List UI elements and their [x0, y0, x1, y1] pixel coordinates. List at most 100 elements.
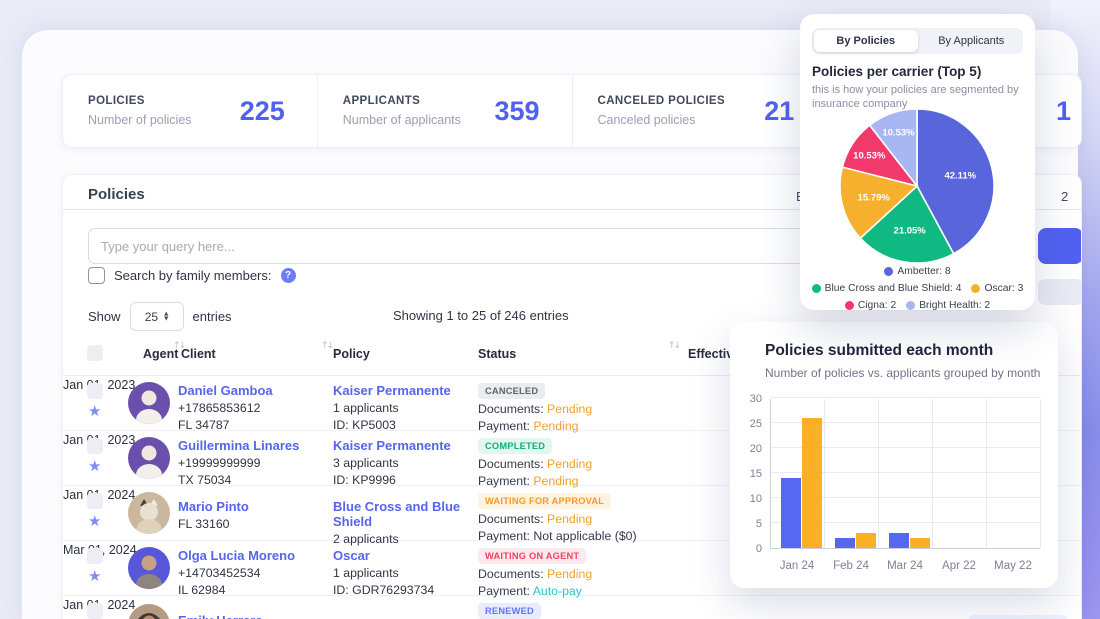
legend-item: Cigna: 2: [844, 300, 897, 311]
preview-button[interactable]: Preview ▾: [968, 615, 1068, 619]
policy-applicants: 3 applicants: [333, 456, 399, 470]
policy-carrier-link[interactable]: Kaiser Permanente: [333, 383, 473, 398]
y-axis-tick: 20: [749, 443, 762, 455]
pie-legend: Ambetter: 8 Blue Cross and Blue Shield: 4…: [808, 266, 1027, 311]
carrier-pie-chart: 42.11% 21.05% 15.79% 10.53% 10.53%: [839, 108, 995, 264]
bar-chart-axes: 0 5 10 15 20 25 30 Jan 24 Feb 24 Mar 24 Apr 22 May …: [730, 322, 1058, 588]
popup-tabs: By Policies By Applicants: [812, 28, 1023, 54]
status-badge: WAITING FOR APPROVAL: [478, 493, 612, 509]
x-axis-tick: Jan 24: [779, 560, 815, 572]
avatar: [128, 437, 170, 479]
sort-icon[interactable]: ↑↓: [668, 341, 681, 351]
pie-slice-label: 42.11%: [944, 171, 976, 182]
policy-carrier-link[interactable]: Blue Cross and Blue Shield: [333, 499, 473, 529]
help-icon[interactable]: ?: [280, 268, 296, 283]
secondary-button-partial[interactable]: [1038, 279, 1081, 305]
policy-carrier-link[interactable]: Oscar: [333, 548, 473, 563]
client-location: IL 62984: [178, 583, 226, 597]
table-row[interactable]: ★ Emily Herrera FL 33174 REFERRED Aetna …: [63, 596, 1081, 619]
client-phone: +14703452534: [178, 566, 261, 580]
row-checkbox[interactable]: [87, 603, 103, 619]
favorite-star-icon[interactable]: ★: [88, 402, 101, 420]
tab-by-applicants[interactable]: By Applicants: [920, 28, 1024, 54]
search-button[interactable]: [1038, 228, 1081, 264]
client-name-link[interactable]: Olga Lucia Moreno: [178, 548, 328, 563]
family-filter-row: Search by family members: ?: [88, 267, 296, 284]
x-axis-tick: May 22: [994, 560, 1032, 572]
x-axis-tick: Mar 24: [887, 560, 923, 572]
status-badge: COMPLETED: [478, 438, 553, 454]
client-name-link[interactable]: Emily Herrera: [178, 613, 328, 619]
client-name-link[interactable]: Guillermina Linares: [178, 438, 328, 453]
stat-policies: POLICIES Number of policies 225: [63, 75, 318, 147]
y-axis-tick: 0: [755, 543, 762, 555]
stat-sublabel: Canceled policies: [597, 113, 696, 127]
policy-carrier-link[interactable]: Kaiser Permanente: [333, 438, 473, 453]
client-name-link[interactable]: Mario Pinto: [178, 499, 328, 514]
legend-item: Bright Health: 2: [906, 300, 990, 311]
legend-label: Bright Health: 2: [919, 300, 991, 311]
status-badge: WAITING ON AGENT: [478, 548, 587, 564]
showing-entries-text: Showing 1 to 25 of 246 entries: [393, 308, 569, 323]
legend-dot-icon: [844, 301, 854, 310]
page-size-row: Show 25 ▲ ▼ entries: [88, 302, 232, 331]
stat-label: CANCELED POLICIES: [597, 95, 726, 107]
column-header-status[interactable]: Status: [478, 347, 516, 361]
legend-item: Ambetter: 8: [884, 266, 951, 277]
pie-slice-label: 15.79%: [858, 192, 891, 203]
legend-label: Ambetter: 8: [897, 266, 951, 277]
sort-icon[interactable]: ↑↓: [321, 341, 334, 351]
pie-slice-label: 10.53%: [882, 128, 915, 139]
stat-label: POLICIES: [88, 95, 145, 107]
legend-dot-icon: [811, 284, 821, 293]
select-all-checkbox[interactable]: [87, 345, 103, 361]
favorite-star-icon[interactable]: ★: [88, 567, 101, 585]
legend-dot-icon: [906, 301, 916, 310]
policy-applicants: 1 applicants: [333, 401, 399, 415]
stat-sublabel: Number of policies: [88, 113, 192, 127]
avatar-cat: [128, 492, 170, 534]
page-size-select[interactable]: 25 ▲ ▼: [129, 302, 184, 331]
legend-dot-icon: [971, 284, 981, 293]
y-axis-tick: 25: [749, 418, 762, 430]
row-checkbox[interactable]: [87, 438, 103, 454]
stat-canceled-policies: CANCELED POLICIES Canceled policies 21: [573, 75, 828, 147]
carrier-popup: By Policies By Applicants Policies per c…: [800, 14, 1035, 311]
policy-id: ID: KP5003: [333, 418, 396, 432]
documents-status: Pending: [547, 567, 593, 581]
stat-value-fragment: 1: [1055, 95, 1071, 126]
documents-status: Pending: [547, 512, 593, 526]
family-members-checkbox[interactable]: [88, 267, 105, 284]
family-members-label: Search by family members:: [114, 268, 272, 283]
client-location: FL 34787: [178, 418, 230, 432]
avatar: [128, 382, 170, 424]
client-phone: +17865853612: [178, 401, 261, 415]
x-axis-tick: Feb 24: [833, 560, 869, 572]
legend-label: Cigna: 2: [857, 300, 897, 311]
policy-id: ID: GDR76293734: [333, 583, 435, 597]
client-location: TX 75034: [178, 473, 232, 487]
documents-status: Pending: [547, 457, 593, 471]
pie-slice-label: 10.53%: [853, 150, 886, 161]
favorite-star-icon[interactable]: ★: [88, 457, 101, 475]
y-axis-tick: 10: [749, 493, 762, 505]
favorite-star-icon[interactable]: ★: [88, 512, 101, 530]
stat-applicants: APPLICANTS Number of applicants 359: [318, 75, 573, 147]
show-label: Show: [88, 309, 121, 324]
legend-label: Blue Cross and Blue Shield: 4: [824, 283, 962, 294]
column-header-client[interactable]: Client: [181, 347, 216, 361]
tab-by-policies[interactable]: By Policies: [814, 30, 918, 52]
client-name-link[interactable]: Daniel Gamboa: [178, 383, 328, 398]
row-checkbox[interactable]: [87, 493, 103, 509]
row-checkbox[interactable]: [87, 548, 103, 564]
select-arrows-icon: ▲ ▼: [164, 310, 169, 322]
row-checkbox[interactable]: [87, 383, 103, 399]
avatar: [128, 547, 170, 589]
stat-value: 21: [764, 95, 795, 126]
policy-applicants: 1 applicants: [333, 566, 399, 580]
y-axis-tick: 30: [749, 393, 762, 405]
entries-label: entries: [192, 309, 232, 324]
x-axis-tick: Apr 22: [942, 560, 976, 572]
stat-value: 359: [494, 95, 540, 126]
column-header-policy[interactable]: Policy: [333, 347, 370, 361]
